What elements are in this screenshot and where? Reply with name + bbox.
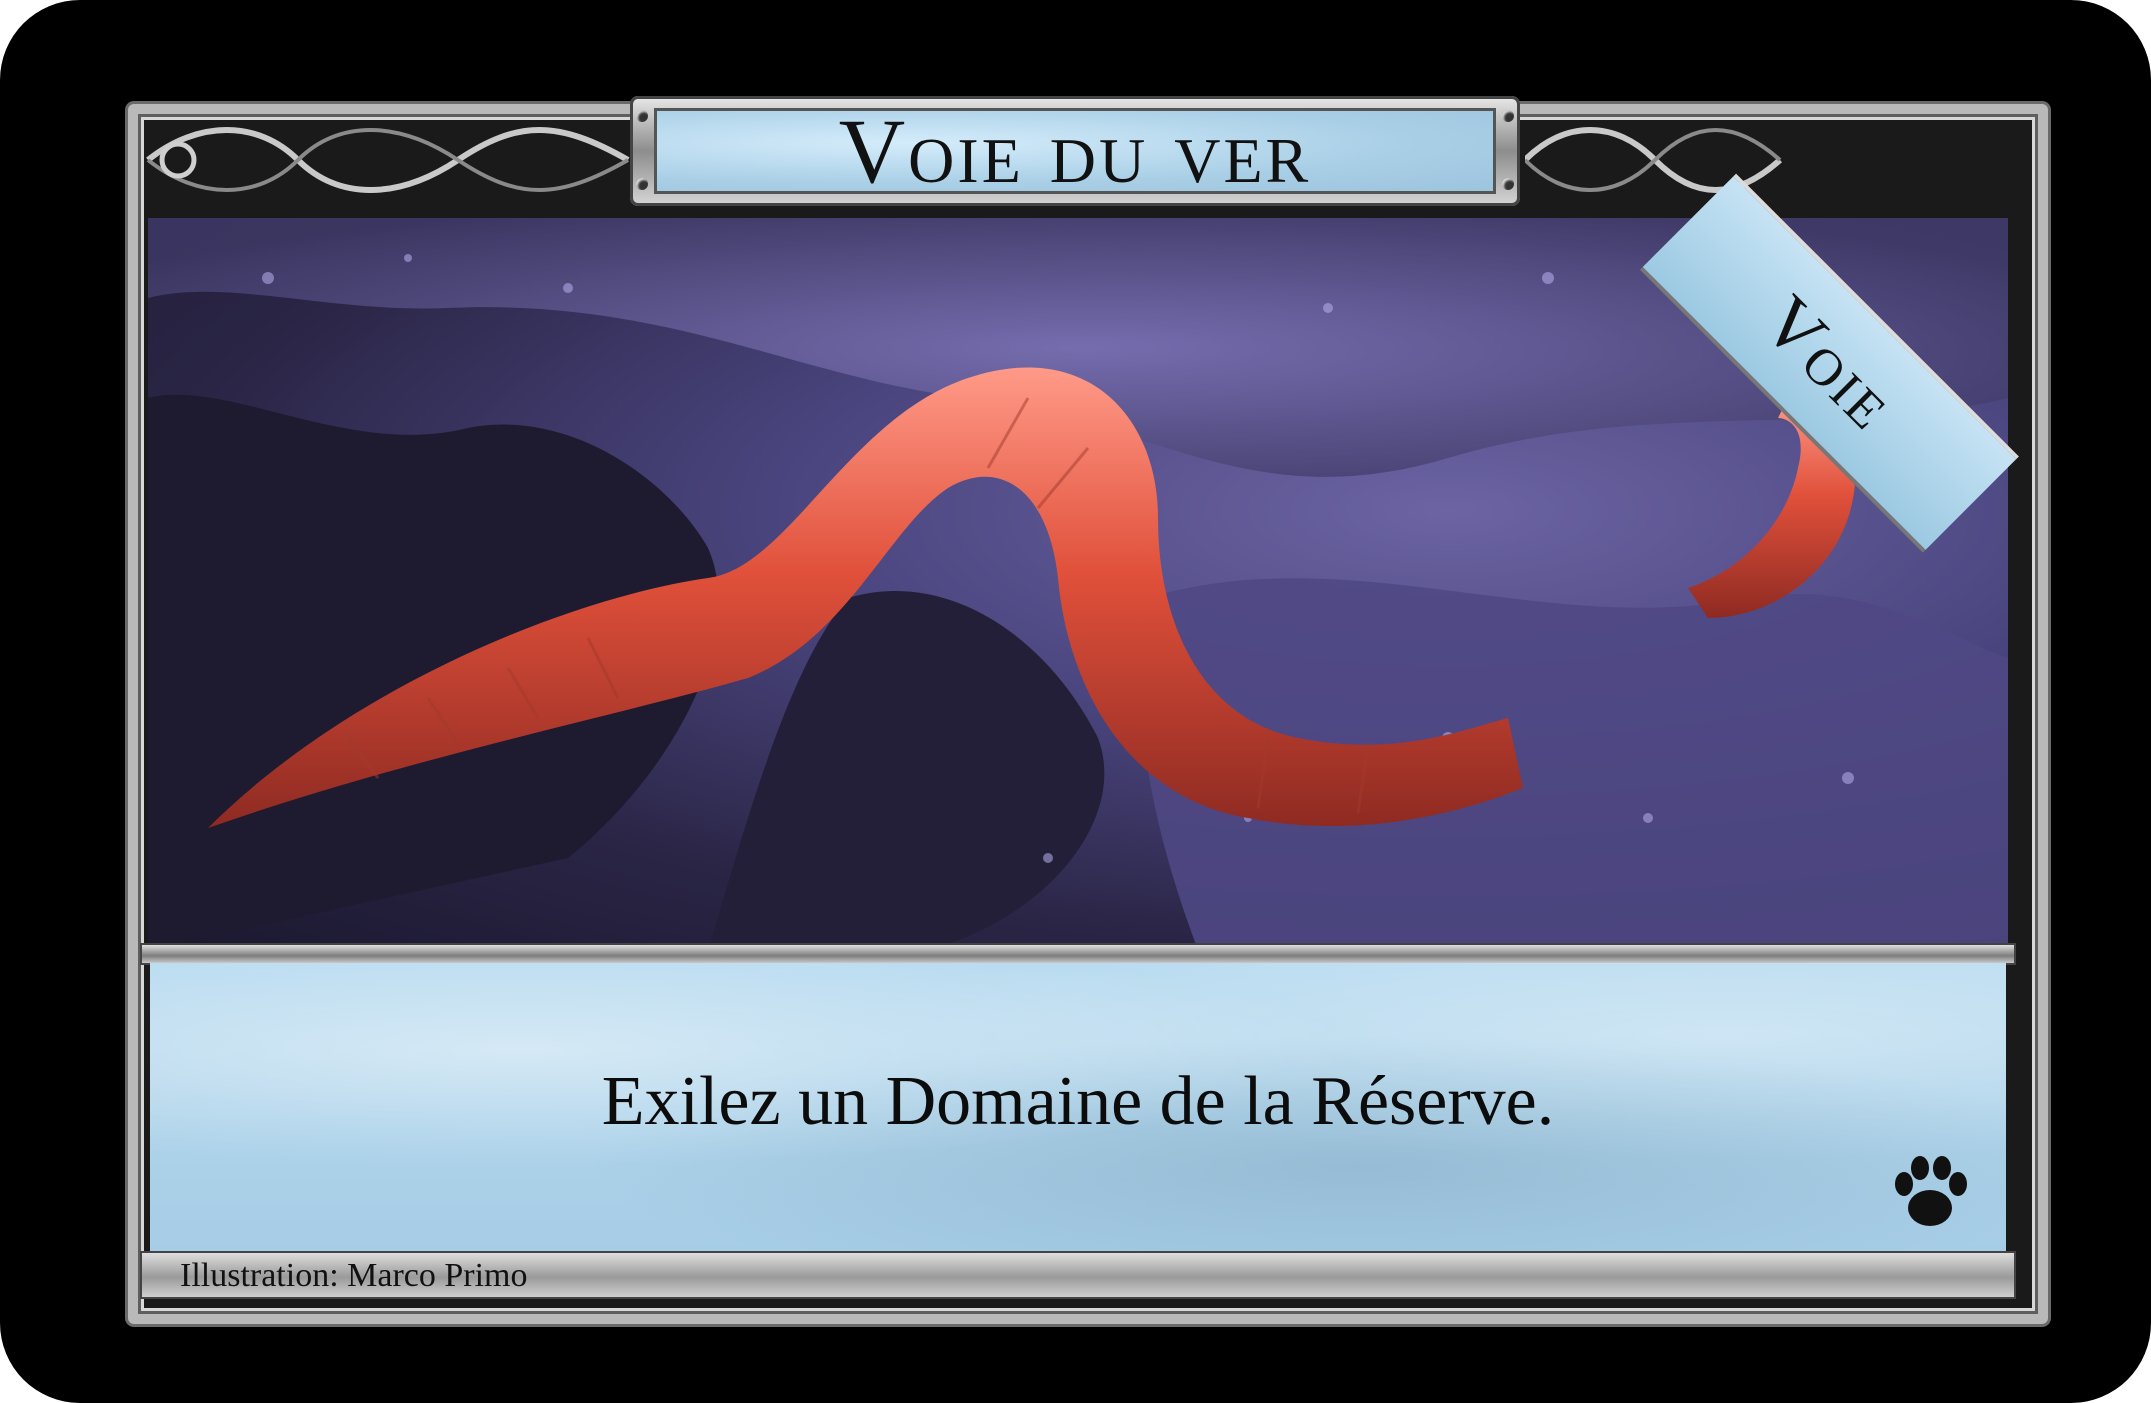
card-text-box: Exilez un Domaine de la Réserve. — [150, 963, 2006, 1253]
art-text-separator — [142, 945, 2014, 963]
card-title: Voie du ver — [838, 100, 1312, 202]
rivet-icon — [1502, 178, 1514, 190]
card-text: Exilez un Domaine de la Réserve. — [601, 1063, 1555, 1140]
rivet-icon — [636, 110, 648, 122]
rivet-icon — [1502, 110, 1514, 122]
title-plate: Voie du ver — [630, 96, 1520, 206]
rivet-icon — [636, 178, 648, 190]
credit-bar: Illustration: Marco Primo — [142, 1253, 2014, 1297]
illustration-credit: Illustration: Marco Primo — [180, 1257, 528, 1294]
paw-icon — [1895, 1156, 1967, 1226]
card: Voie du ver Voie Exilez un Domaine de la… — [0, 0, 2151, 1403]
frame-scrollwork-left — [146, 127, 630, 193]
title-panel: Voie du ver — [654, 100, 1496, 202]
